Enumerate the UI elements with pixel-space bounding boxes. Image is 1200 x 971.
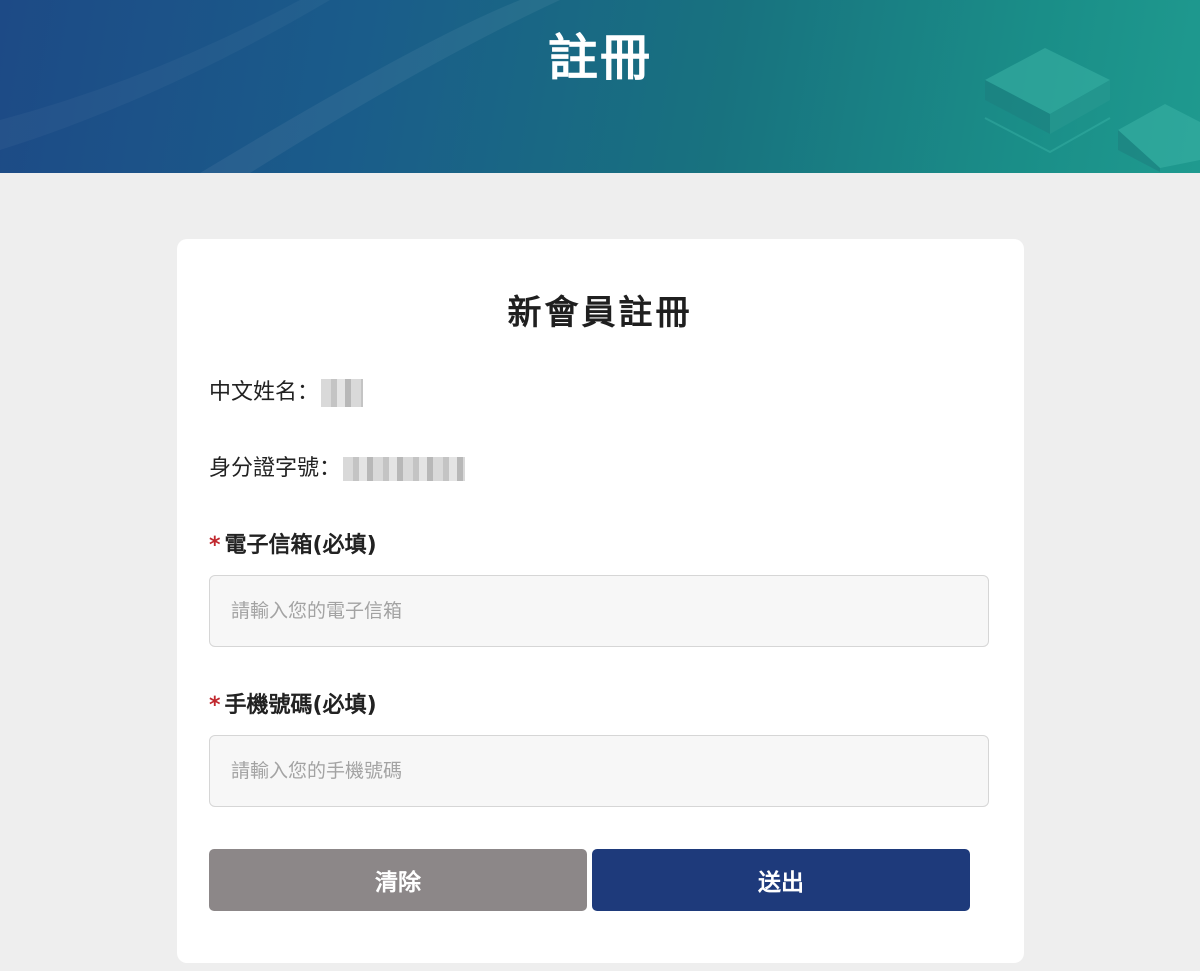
- email-label: * 電子信箱(必填): [209, 531, 377, 561]
- id-number-value-redacted: [343, 457, 466, 481]
- phone-label-text: 手機號碼(必填): [224, 693, 377, 718]
- chinese-name-row: 中文姓名：: [209, 378, 364, 408]
- form-title: 新會員註冊: [507, 293, 693, 333]
- email-label-text: 電子信箱(必填): [224, 533, 377, 558]
- cube-graphic-2: [1118, 104, 1200, 172]
- required-asterisk: *: [209, 533, 221, 558]
- id-number-row: 身分證字號：: [209, 454, 466, 484]
- clear-button[interactable]: 清除: [209, 849, 587, 911]
- phone-field[interactable]: [209, 735, 989, 807]
- required-asterisk: *: [209, 693, 221, 718]
- id-number-label: 身分證字號：: [209, 456, 342, 481]
- page-header-banner: 註冊: [0, 0, 1200, 173]
- chinese-name-label: 中文姓名：: [209, 380, 320, 405]
- chinese-name-value-redacted: [321, 379, 364, 407]
- email-field[interactable]: [209, 575, 989, 647]
- phone-label: * 手機號碼(必填): [209, 691, 377, 721]
- page-title: 註冊: [548, 29, 652, 87]
- submit-button[interactable]: 送出: [592, 849, 970, 911]
